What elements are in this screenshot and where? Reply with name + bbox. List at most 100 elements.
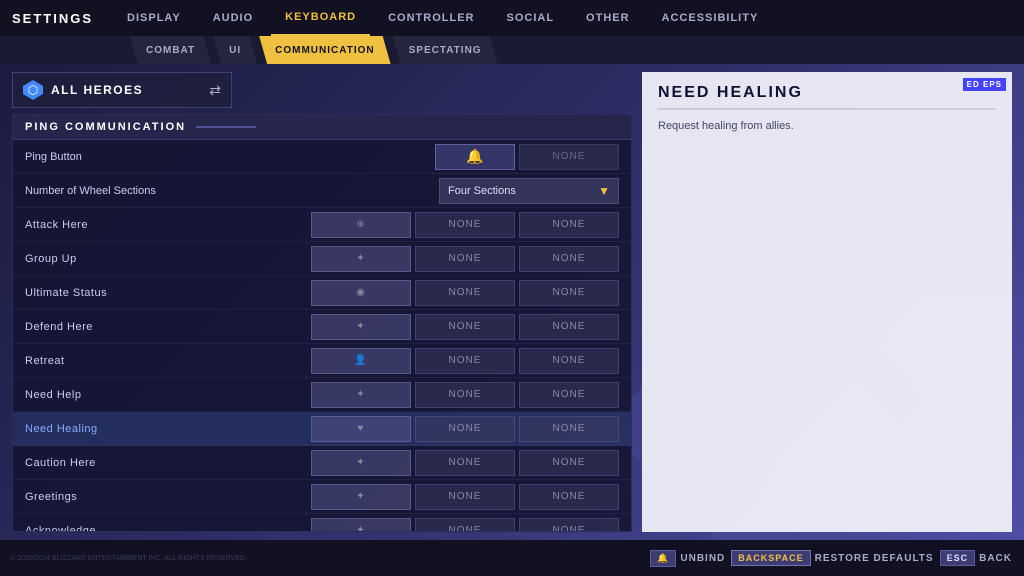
ultimate-none-1: NONE	[449, 287, 482, 298]
attack-here-secondary[interactable]: NONE	[415, 212, 515, 238]
ultimate-status-primary[interactable]: ◉	[311, 280, 411, 306]
detail-panel: ED EPS NEED HEALING Request healing from…	[642, 72, 1012, 532]
acknowledge-label: Acknowledge	[25, 525, 307, 533]
tab-audio[interactable]: AUDIO	[199, 0, 267, 36]
acknowledge-secondary[interactable]: NONE	[415, 518, 515, 533]
subtab-communication[interactable]: COMMUNICATION	[259, 36, 390, 64]
need-help-primary[interactable]: ✦	[311, 382, 411, 408]
help-none-1: NONE	[449, 389, 482, 400]
subtab-ui[interactable]: UI	[213, 36, 257, 64]
retreat-icon: 👤	[354, 355, 367, 366]
ping-button-label: Ping Button	[25, 151, 431, 163]
bell-icon: 🔔	[466, 148, 483, 165]
acknowledge-primary[interactable]: ✦	[311, 518, 411, 533]
greetings-primary[interactable]: ✦	[311, 484, 411, 510]
greetings-none-2: NONE	[553, 491, 586, 502]
ultimate-none-2: NONE	[553, 287, 586, 298]
greetings-secondary[interactable]: NONE	[415, 484, 515, 510]
restore-defaults-action[interactable]: BACKSPACE RESTORE DEFAULTS	[731, 550, 933, 566]
greetings-tertiary[interactable]: NONE	[519, 484, 619, 510]
tab-keyboard[interactable]: KEYBOARD	[271, 0, 370, 36]
group-icon: ✦	[356, 253, 365, 264]
group-up-label: Group Up	[25, 253, 307, 265]
subtab-spectating[interactable]: SPECTATING	[393, 36, 498, 64]
acknowledge-tertiary[interactable]: NONE	[519, 518, 619, 533]
need-help-secondary[interactable]: NONE	[415, 382, 515, 408]
hero-selector[interactable]: ⬡ ALL HEROES ⇄	[12, 72, 232, 108]
attack-here-tertiary[interactable]: NONE	[519, 212, 619, 238]
row-defend-here[interactable]: Defend Here ✦ NONE NONE	[13, 310, 631, 344]
greetings-none-1: NONE	[449, 491, 482, 502]
need-healing-label: Need Healing	[25, 423, 307, 435]
attack-here-primary[interactable]: ⊕	[311, 212, 411, 238]
help-icon: ✦	[356, 389, 365, 400]
retreat-none-1: NONE	[449, 355, 482, 366]
caution-here-label: Caution Here	[25, 457, 307, 469]
unbind-action[interactable]: 🔔 UNBIND	[650, 550, 725, 567]
subtab-combat[interactable]: COMBAT	[130, 36, 211, 64]
section-header-label: PING COMMUNICATION	[25, 121, 186, 133]
row-ping-button[interactable]: Ping Button 🔔 NONE	[13, 140, 631, 174]
restore-key-badge: BACKSPACE	[731, 550, 810, 566]
ping-secondary-binding[interactable]: NONE	[519, 144, 619, 170]
detail-title: NEED HEALING	[658, 84, 996, 110]
defend-here-tertiary[interactable]: NONE	[519, 314, 619, 340]
app-title: SETTINGS	[12, 11, 93, 26]
row-greetings[interactable]: Greetings ✦ NONE NONE	[13, 480, 631, 514]
tab-controller[interactable]: CONTROLLER	[374, 0, 488, 36]
row-group-up[interactable]: Group Up ✦ NONE NONE	[13, 242, 631, 276]
caution-none-2: NONE	[553, 457, 586, 468]
detail-description: Request healing from allies.	[658, 118, 996, 135]
ultimate-status-tertiary[interactable]: NONE	[519, 280, 619, 306]
greetings-label: Greetings	[25, 491, 307, 503]
acknowledge-none-1: NONE	[449, 525, 482, 532]
retreat-secondary[interactable]: NONE	[415, 348, 515, 374]
row-ultimate-status[interactable]: Ultimate Status ◉ NONE NONE	[13, 276, 631, 310]
row-wheel-sections[interactable]: Number of Wheel Sections Four Sections ▼	[13, 174, 631, 208]
sub-navigation: COMBAT UI COMMUNICATION SPECTATING	[0, 36, 1024, 64]
defend-here-primary[interactable]: ✦	[311, 314, 411, 340]
defend-here-secondary[interactable]: NONE	[415, 314, 515, 340]
group-up-primary[interactable]: ✦	[311, 246, 411, 272]
caution-here-secondary[interactable]: NONE	[415, 450, 515, 476]
row-attack-here[interactable]: Attack Here ⊕ NONE NONE	[13, 208, 631, 242]
row-caution-here[interactable]: Caution Here ✦ NONE NONE	[13, 446, 631, 480]
wheel-sections-dropdown[interactable]: Four Sections ▼	[439, 178, 619, 204]
retreat-tertiary[interactable]: NONE	[519, 348, 619, 374]
tab-social[interactable]: SOCIAL	[492, 0, 568, 36]
group-up-secondary[interactable]: NONE	[415, 246, 515, 272]
ultimate-status-secondary[interactable]: NONE	[415, 280, 515, 306]
tab-display[interactable]: DISPLAY	[113, 0, 195, 36]
top-navigation: SETTINGS DISPLAY AUDIO KEYBOARD CONTROLL…	[0, 0, 1024, 36]
acknowledge-icon: ✦	[356, 525, 365, 532]
row-need-healing[interactable]: Need Healing ♥ NONE NONE	[13, 412, 631, 446]
row-need-help[interactable]: Need Help ✦ NONE NONE	[13, 378, 631, 412]
need-healing-secondary[interactable]: NONE	[415, 416, 515, 442]
back-key-badge: ESC	[940, 550, 976, 566]
group-up-tertiary[interactable]: NONE	[519, 246, 619, 272]
row-retreat[interactable]: Retreat 👤 NONE NONE	[13, 344, 631, 378]
retreat-primary[interactable]: 👤	[311, 348, 411, 374]
need-healing-primary[interactable]: ♥	[311, 416, 411, 442]
caution-here-tertiary[interactable]: NONE	[519, 450, 619, 476]
healing-none-2: NONE	[553, 423, 586, 434]
tab-accessibility[interactable]: ACCESSIBILITY	[648, 0, 773, 36]
swap-icon[interactable]: ⇄	[209, 82, 221, 99]
attack-none-1: NONE	[449, 219, 482, 230]
dropdown-value: Four Sections	[448, 185, 516, 197]
ping-key-binding[interactable]: 🔔	[435, 144, 515, 170]
caution-here-primary[interactable]: ✦	[311, 450, 411, 476]
back-action[interactable]: ESC BACK	[940, 550, 1012, 566]
defend-none-2: NONE	[553, 321, 586, 332]
need-healing-tertiary[interactable]: NONE	[519, 416, 619, 442]
row-acknowledge[interactable]: Acknowledge ✦ NONE NONE	[13, 514, 631, 532]
caution-none-1: NONE	[449, 457, 482, 468]
unbind-key-badge: 🔔	[650, 550, 676, 567]
main-content: ⬡ ALL HEROES ⇄ PING COMMUNICATION Ping B…	[0, 64, 1024, 540]
ultimate-status-label: Ultimate Status	[25, 287, 307, 299]
tab-other[interactable]: OTHER	[572, 0, 644, 36]
detail-badge: ED EPS	[963, 78, 1006, 91]
copyright-text: © 2020/2024 BLIZZARD ENTERTAINMENT INC. …	[10, 555, 245, 562]
need-help-tertiary[interactable]: NONE	[519, 382, 619, 408]
attack-here-label: Attack Here	[25, 219, 307, 231]
